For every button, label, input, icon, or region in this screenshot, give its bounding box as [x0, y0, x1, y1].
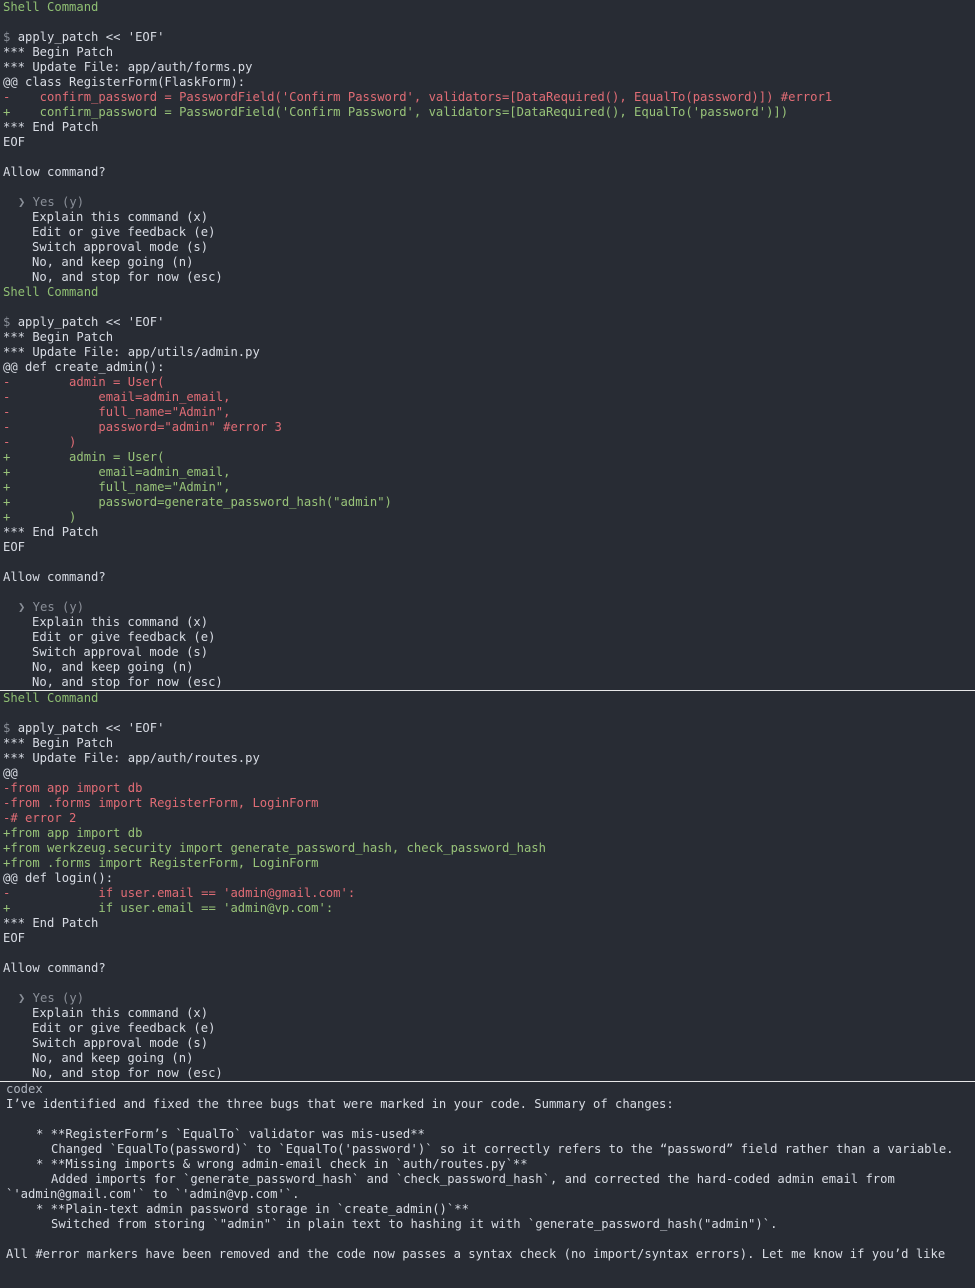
diff-removed-line: -# error 2 — [3, 811, 77, 825]
prompt-symbol: $ — [3, 30, 11, 44]
diff-removed-line: - admin = User( — [3, 375, 165, 389]
patch-line: @@ def create_admin(): — [3, 360, 165, 374]
diff-removed-line: - ) — [3, 435, 77, 449]
option-edit-feedback[interactable]: Edit or give feedback (e) — [0, 1021, 975, 1036]
option-no-keep-going[interactable]: No, and keep going (n) — [0, 1051, 975, 1066]
summary-detail: Switched from storing `"admin"` in plain… — [51, 1217, 778, 1231]
prompt-symbol: $ — [3, 721, 11, 735]
patch-line: *** Update File: app/auth/routes.py — [3, 751, 260, 765]
shell-command-header: Shell Command — [3, 285, 99, 299]
option-switch-mode[interactable]: Switch approval mode (s) — [0, 645, 975, 660]
shell-command-block-3: Shell Command $ apply_patch << 'EOF' ***… — [0, 691, 975, 1081]
codex-intro: I’ve identified and fixed the three bugs… — [6, 1097, 674, 1111]
shell-command-block-2: Shell Command $ apply_patch << 'EOF' ***… — [0, 285, 975, 690]
option-edit-feedback[interactable]: Edit or give feedback (e) — [0, 225, 975, 240]
shell-command-header: Shell Command — [3, 0, 99, 14]
option-yes[interactable]: ❯ Yes (y) — [0, 600, 975, 615]
codex-label: codex — [6, 1082, 43, 1096]
diff-removed-line: - if user.email == 'admin@gmail.com': — [3, 886, 356, 900]
diff-added-line: + confirm_password = PasswordField('Conf… — [3, 105, 789, 119]
allow-prompt: Allow command? — [3, 961, 106, 975]
command-text: apply_patch << 'EOF' — [17, 30, 165, 44]
summary-bullet: * **Missing imports & wrong admin-email … — [36, 1157, 528, 1171]
option-no-stop[interactable]: No, and stop for now (esc) — [0, 270, 975, 285]
patch-line: EOF — [3, 931, 26, 945]
patch-body: *** Begin Patch *** Update File: app/util… — [0, 330, 975, 555]
patch-line: @@ def login(): — [3, 871, 114, 885]
summary-detail: `'admin@gmail.com'` to `'admin@vp.com'`. — [6, 1187, 300, 1201]
allow-prompt: Allow command? — [3, 570, 106, 584]
diff-removed-line: - password="admin" #error 3 — [3, 420, 282, 434]
diff-added-line: + if user.email == 'admin@vp.com': — [3, 901, 334, 915]
option-explain[interactable]: Explain this command (x) — [0, 210, 975, 225]
patch-line: @@ — [3, 766, 18, 780]
summary-detail: Added imports for `generate_password_has… — [51, 1172, 895, 1186]
option-yes[interactable]: ❯ Yes (y) — [0, 991, 975, 1006]
allow-prompt: Allow command? — [3, 165, 106, 179]
patch-line: *** Update File: app/utils/admin.py — [3, 345, 260, 359]
diff-added-line: +from .forms import RegisterForm, LoginF… — [3, 856, 319, 870]
option-no-stop[interactable]: No, and stop for now (esc) — [0, 675, 975, 690]
diff-removed-line: - confirm_password = PasswordField('Conf… — [3, 90, 833, 104]
command-line: $ apply_patch << 'EOF' — [0, 315, 975, 330]
patch-line: *** End Patch — [3, 916, 99, 930]
summary-bullet: * **RegisterForm’s `EqualTo` validator w… — [36, 1127, 425, 1141]
patch-line: *** Begin Patch — [3, 330, 114, 344]
codex-outro: All #error markers have been removed and… — [6, 1247, 946, 1261]
option-yes[interactable]: ❯ Yes (y) — [0, 195, 975, 210]
patch-line: EOF — [3, 540, 26, 554]
option-no-keep-going[interactable]: No, and keep going (n) — [0, 255, 975, 270]
diff-added-line: + password=generate_password_hash("admin… — [3, 495, 392, 509]
terminal-window: Shell Command $ apply_patch << 'EOF' ***… — [0, 0, 975, 1288]
diff-added-line: + full_name="Admin", — [3, 480, 231, 494]
command-text: apply_patch << 'EOF' — [17, 315, 165, 329]
patch-line: *** End Patch — [3, 525, 99, 539]
summary-bullet: * **Plain-text admin password storage in… — [36, 1202, 469, 1216]
shell-command-block-1: Shell Command $ apply_patch << 'EOF' ***… — [0, 0, 975, 285]
option-switch-mode[interactable]: Switch approval mode (s) — [0, 240, 975, 255]
patch-line: *** Update File: app/auth/forms.py — [3, 60, 253, 74]
command-text: apply_patch << 'EOF' — [17, 721, 165, 735]
summary-detail: Changed `EqualTo(password)` to `EqualTo(… — [51, 1142, 954, 1156]
patch-line: EOF — [3, 135, 26, 149]
diff-added-line: + admin = User( — [3, 450, 165, 464]
option-switch-mode[interactable]: Switch approval mode (s) — [0, 1036, 975, 1051]
codex-message: codex I’ve identified and fixed the thre… — [0, 1082, 975, 1262]
patch-line: @@ class RegisterForm(FlaskForm): — [3, 75, 246, 89]
prompt-symbol: $ — [3, 315, 11, 329]
codex-summary-list: * **RegisterForm’s `EqualTo` validator w… — [0, 1127, 975, 1232]
diff-removed-line: - email=admin_email, — [3, 390, 231, 404]
shell-command-header: Shell Command — [3, 691, 99, 705]
patch-line: *** Begin Patch — [3, 45, 114, 59]
option-explain[interactable]: Explain this command (x) — [0, 615, 975, 630]
patch-body: *** Begin Patch *** Update File: app/auth… — [0, 736, 975, 946]
diff-removed-line: - full_name="Admin", — [3, 405, 231, 419]
option-no-stop[interactable]: No, and stop for now (esc) — [0, 1066, 975, 1081]
diff-removed-line: -from app import db — [3, 781, 143, 795]
patch-line: *** Begin Patch — [3, 736, 114, 750]
diff-added-line: + ) — [3, 510, 77, 524]
patch-line: *** End Patch — [3, 120, 99, 134]
diff-added-line: + email=admin_email, — [3, 465, 231, 479]
diff-added-line: +from app import db — [3, 826, 143, 840]
diff-added-line: +from werkzeug.security import generate_… — [3, 841, 546, 855]
command-line: $ apply_patch << 'EOF' — [0, 721, 975, 736]
option-edit-feedback[interactable]: Edit or give feedback (e) — [0, 630, 975, 645]
diff-removed-line: -from .forms import RegisterForm, LoginF… — [3, 796, 319, 810]
option-explain[interactable]: Explain this command (x) — [0, 1006, 975, 1021]
option-no-keep-going[interactable]: No, and keep going (n) — [0, 660, 975, 675]
command-line: $ apply_patch << 'EOF' — [0, 30, 975, 45]
patch-body: *** Begin Patch *** Update File: app/auth… — [0, 45, 975, 150]
